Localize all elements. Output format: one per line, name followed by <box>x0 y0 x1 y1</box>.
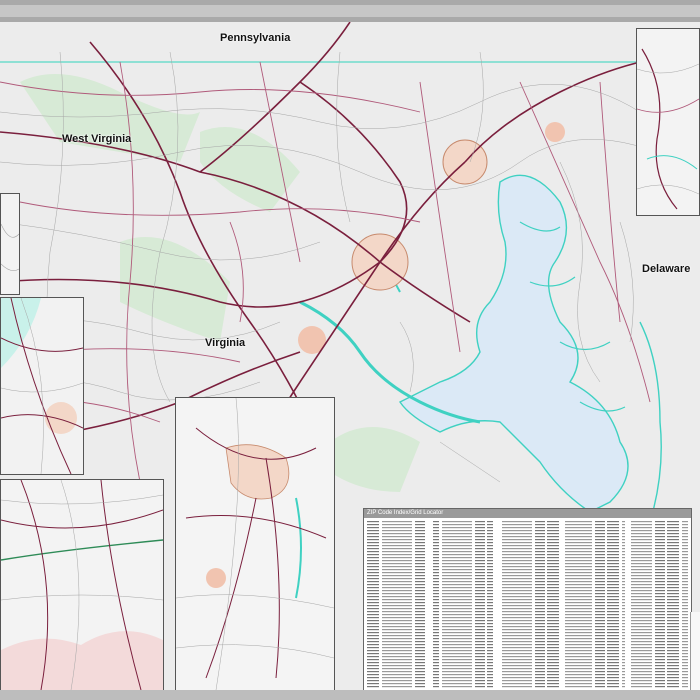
map-legend-strip <box>690 612 700 690</box>
town-area <box>545 122 565 142</box>
map-top-border-strip <box>0 5 700 17</box>
label-delaware: Delaware <box>642 263 691 275</box>
zip-index-columns <box>367 521 688 688</box>
inset-map-southwest <box>0 297 84 475</box>
inset-map-washington <box>175 397 335 691</box>
inset-map-northeast <box>636 28 700 216</box>
label-virginia: Virginia <box>205 337 246 349</box>
inset-map-west <box>0 193 20 295</box>
inset-map-south <box>0 479 164 691</box>
label-pennsylvania: Pennsylvania <box>220 32 291 44</box>
inset-drawing <box>1 194 19 294</box>
inset-drawing <box>176 398 334 690</box>
zip-code-index-panel: ZIP Code Index/Grid Locator <box>363 508 692 692</box>
inset-drawing <box>1 480 163 690</box>
map-top-border <box>0 0 700 22</box>
inset-drawing <box>1 298 83 474</box>
map-bottom-border <box>0 690 700 700</box>
label-west-virginia: West Virginia <box>62 133 132 145</box>
wall-map: Pennsylvania West Virginia Virginia Dela… <box>0 0 700 700</box>
zip-index-title: ZIP Code Index/Grid Locator <box>364 509 691 518</box>
inset-drawing <box>637 29 699 215</box>
